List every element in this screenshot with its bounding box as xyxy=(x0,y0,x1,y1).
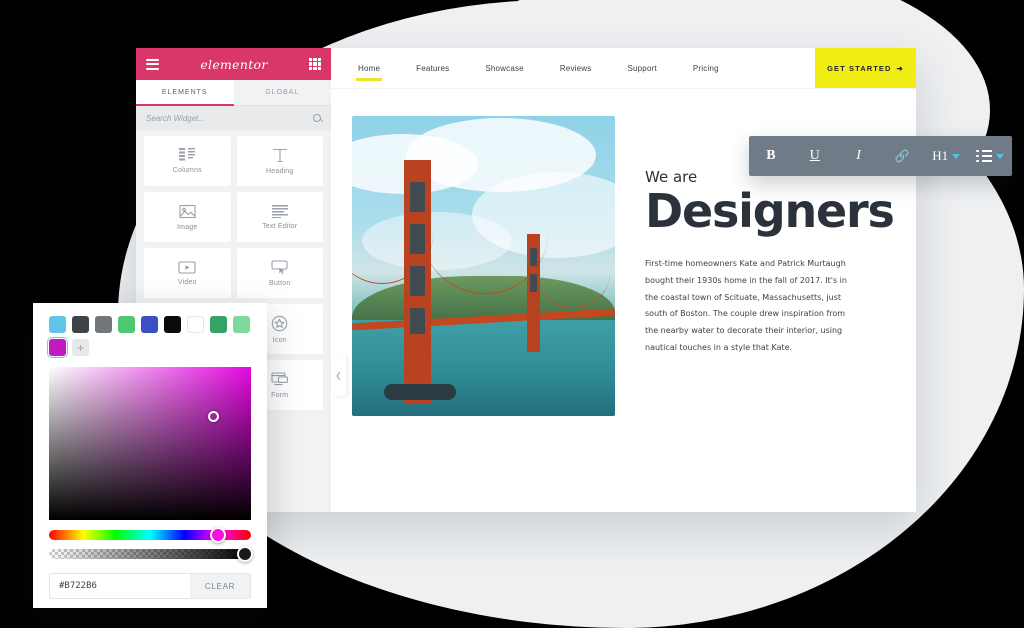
arrow-right-icon: ➜ xyxy=(896,63,904,73)
chevron-down-icon xyxy=(952,153,961,159)
color-swatch[interactable] xyxy=(187,316,204,333)
bold-button[interactable]: B xyxy=(749,136,793,176)
search-input[interactable]: Search Widget... xyxy=(146,114,205,123)
link-icon: 🔗 xyxy=(894,149,910,163)
color-swatch[interactable] xyxy=(72,316,89,333)
bridge-cable xyxy=(536,238,610,308)
text-editor-icon xyxy=(271,204,288,218)
link-button[interactable]: 🔗 xyxy=(880,136,924,176)
widget-text-editor[interactable]: Text Editor xyxy=(236,192,323,242)
panel-header: elementor xyxy=(136,48,331,80)
search-icon[interactable] xyxy=(313,114,321,122)
nav-links: Home Features Showcase Reviews Support P… xyxy=(331,48,815,88)
bullet-list-button[interactable] xyxy=(968,136,1012,176)
star-icon xyxy=(271,315,288,332)
widget-label: Button xyxy=(269,279,291,287)
widget-label: Video xyxy=(177,278,197,286)
nav-link-reviews[interactable]: Reviews xyxy=(560,51,592,86)
saturation-value-area[interactable] xyxy=(49,367,251,520)
chevron-left-icon: ❮ xyxy=(335,370,342,380)
widget-label: Form xyxy=(271,391,289,399)
get-started-button[interactable]: GET STARTED ➜ xyxy=(815,48,916,88)
nav-link-showcase[interactable]: Showcase xyxy=(485,51,524,86)
tab-elements[interactable]: ELEMENTS xyxy=(136,80,234,106)
form-icon xyxy=(271,371,289,387)
screenshot-root: Home Features Showcase Reviews Support P… xyxy=(0,0,1024,628)
hue-slider-handle[interactable] xyxy=(210,527,226,543)
alpha-slider-handle[interactable] xyxy=(237,546,253,562)
color-swatch[interactable] xyxy=(118,316,135,333)
panel-collapse-button[interactable]: ❮ xyxy=(331,354,346,396)
color-swatches: + xyxy=(46,316,251,359)
search-widget-row[interactable]: Search Widget... xyxy=(136,106,331,130)
widget-label: Heading xyxy=(266,167,294,175)
color-swatch[interactable] xyxy=(210,316,227,333)
button-icon xyxy=(271,259,289,275)
color-swatch[interactable] xyxy=(95,316,112,333)
nav-link-home[interactable]: Home xyxy=(355,51,383,86)
saturation-value-handle[interactable] xyxy=(208,411,219,422)
bullet-list-icon xyxy=(976,149,992,163)
color-swatch-selected[interactable] xyxy=(46,336,69,359)
hero-body-text[interactable]: First-time homeowners Kate and Patrick M… xyxy=(645,256,860,357)
image-icon xyxy=(179,204,196,219)
widget-label: Image xyxy=(177,223,198,231)
hamburger-icon[interactable] xyxy=(146,58,159,70)
bridge-tower-far xyxy=(527,234,540,352)
heading-level-label: H1 xyxy=(932,148,949,163)
video-icon xyxy=(178,260,196,274)
text-format-toolbar: B U I 🔗 H1 xyxy=(749,136,1012,176)
widget-label: Icon xyxy=(272,336,287,344)
bridge-tower-near xyxy=(404,160,431,404)
elementor-logo: elementor xyxy=(200,56,268,72)
color-swatch[interactable] xyxy=(141,316,158,333)
bold-label: B xyxy=(766,148,776,163)
italic-button[interactable]: I xyxy=(837,136,881,176)
hex-input-row: #B722B6 CLEAR xyxy=(49,573,251,599)
columns-icon xyxy=(179,148,196,162)
grid-icon[interactable] xyxy=(308,58,321,70)
page-preview: Home Features Showcase Reviews Support P… xyxy=(331,48,916,512)
bridge-pier xyxy=(384,384,456,400)
widget-video[interactable]: Video xyxy=(144,248,231,298)
color-swatch[interactable] xyxy=(49,316,66,333)
italic-label: I xyxy=(856,148,861,163)
get-started-label: GET STARTED xyxy=(827,63,892,73)
color-swatch[interactable] xyxy=(164,316,181,333)
nav-link-features[interactable]: Features xyxy=(416,51,449,86)
widget-label: Text Editor xyxy=(262,222,298,230)
nav-link-support[interactable]: Support xyxy=(627,51,656,86)
clear-button[interactable]: CLEAR xyxy=(190,574,250,598)
widget-label: Columns xyxy=(172,167,202,174)
site-top-navigation: Home Features Showcase Reviews Support P… xyxy=(331,48,916,89)
hue-slider[interactable] xyxy=(49,527,251,543)
heading-icon xyxy=(272,148,288,163)
hero-image[interactable] xyxy=(352,116,615,416)
underline-button[interactable]: U xyxy=(793,136,837,176)
heading-level-button[interactable]: H1 xyxy=(924,136,968,176)
water-shape xyxy=(352,320,615,416)
widget-columns[interactable]: Columns xyxy=(144,136,231,186)
underline-label: U xyxy=(809,148,820,163)
color-swatch[interactable] xyxy=(233,316,250,333)
widget-heading[interactable]: Heading xyxy=(236,136,323,186)
widget-image[interactable]: Image xyxy=(144,192,231,242)
panel-tabs: ELEMENTS GLOBAL xyxy=(136,80,331,106)
alpha-slider[interactable] xyxy=(49,546,253,562)
chevron-down-icon xyxy=(995,153,1004,159)
widget-button[interactable]: Button xyxy=(236,248,323,298)
tab-global[interactable]: GLOBAL xyxy=(233,80,331,106)
hero-headline[interactable]: Designers xyxy=(645,188,895,235)
nav-link-pricing[interactable]: Pricing xyxy=(693,51,719,86)
add-color-button[interactable]: + xyxy=(72,339,89,356)
color-picker-panel: + #B722B6 CLEAR xyxy=(33,303,267,608)
hex-input[interactable]: #B722B6 xyxy=(50,574,190,598)
